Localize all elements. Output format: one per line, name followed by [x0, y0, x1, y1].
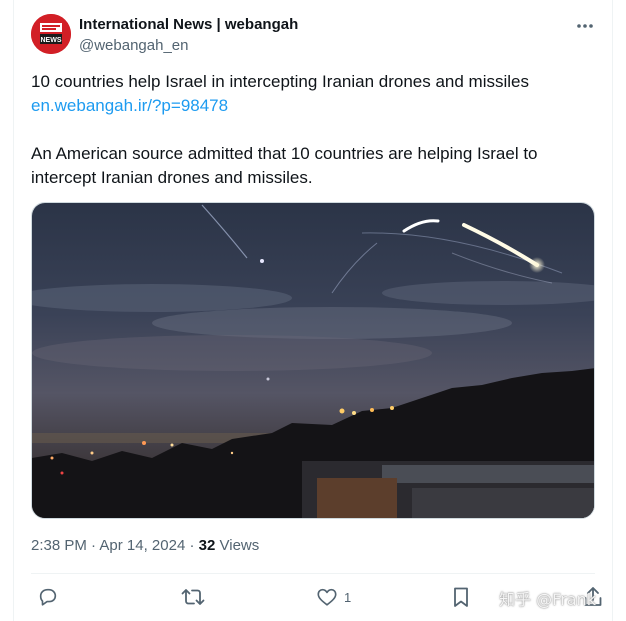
- like-count: 1: [344, 589, 352, 605]
- meta-separator: ·: [189, 537, 195, 554]
- retweet-button[interactable]: [181, 584, 205, 610]
- article-link[interactable]: en.webangah.ir/?p=98478: [31, 96, 228, 115]
- bookmark-icon: [451, 586, 471, 608]
- divider: [31, 573, 595, 574]
- night-sky-photo: [32, 203, 594, 518]
- watermark: 知乎 @Frank: [499, 590, 596, 609]
- bookmark-button[interactable]: [451, 584, 471, 610]
- like-button[interactable]: 1: [316, 584, 351, 610]
- news-logo-icon: NEWS: [31, 14, 71, 54]
- tweet-date[interactable]: Apr 14, 2024: [99, 537, 185, 554]
- tweet-text: 10 countries help Israel in intercepting…: [31, 70, 591, 190]
- meta-separator: ·: [91, 537, 97, 554]
- author-handle[interactable]: @webangah_en: [79, 36, 298, 56]
- tweet-card: NEWS International News | webangah @weba…: [13, 0, 613, 621]
- avatar[interactable]: NEWS: [31, 14, 71, 54]
- retweet-icon: [181, 586, 205, 608]
- more-dots-icon: [577, 24, 593, 28]
- views-label: Views: [219, 537, 260, 554]
- author-block: International News | webangah @webangah_…: [79, 16, 298, 56]
- tweet-body: An American source admitted that 10 coun…: [31, 144, 538, 187]
- reply-button[interactable]: [37, 584, 59, 610]
- tweet-meta: 2:38 PM · Apr 14, 2024 · 32 Views: [31, 536, 259, 556]
- views-count: 32: [198, 537, 216, 554]
- reply-icon: [37, 586, 59, 608]
- tweet-time[interactable]: 2:38 PM: [31, 537, 87, 554]
- tweet-photo[interactable]: [31, 202, 595, 519]
- heart-icon: [316, 586, 338, 608]
- more-options-button[interactable]: [574, 16, 596, 36]
- author-display-name[interactable]: International News | webangah: [79, 16, 298, 34]
- tweet-headline: 10 countries help Israel in intercepting…: [31, 72, 529, 91]
- svg-text:NEWS: NEWS: [41, 37, 62, 44]
